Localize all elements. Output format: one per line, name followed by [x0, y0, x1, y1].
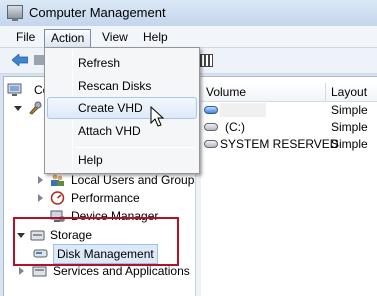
users-icon [51, 174, 64, 186]
menu-item-help[interactable]: Help [47, 149, 197, 171]
column-header-layout[interactable]: Layout [326, 83, 377, 102]
menu-separator [75, 147, 195, 148]
collapse-arrow-icon[interactable] [14, 106, 22, 111]
table-row[interactable]: Simple [201, 102, 377, 118]
disk-icon [204, 140, 218, 148]
computer-icon [7, 83, 22, 96]
column-header-volume[interactable]: Volume [201, 83, 326, 102]
layout-cell: Simple [331, 103, 368, 117]
expand-arrow-icon[interactable] [19, 267, 24, 275]
annotation-highlight-box [13, 217, 179, 266]
back-arrow-icon[interactable] [12, 54, 28, 66]
expand-arrow-icon[interactable] [38, 176, 43, 184]
menu-file[interactable]: File [10, 29, 41, 47]
menu-item-create-vhd[interactable]: Create VHD [47, 97, 197, 119]
volume-cell: (C:) [225, 120, 245, 134]
performance-icon [50, 191, 65, 205]
forward-arrow-icon[interactable] [34, 55, 44, 65]
window-title: Computer Management [29, 5, 166, 20]
expand-arrow-icon[interactable] [38, 194, 43, 202]
tree-item-label: Performance [71, 191, 140, 205]
layout-cell: Simple [331, 120, 368, 134]
table-row[interactable]: (C:) Simple [201, 119, 377, 135]
layout-cell: Simple [331, 137, 368, 151]
computer-management-icon [7, 5, 23, 21]
menu-item-rescan-disks[interactable]: Rescan Disks [47, 75, 197, 97]
services-icon [32, 266, 47, 277]
volume-list: Volume Layout Simple (C:) Simple SYSTEM … [201, 76, 377, 296]
blue-disk-icon [204, 106, 218, 114]
menu-item-attach-vhd[interactable]: Attach VHD [47, 120, 197, 142]
action-menu: Refresh Rescan Disks Create VHD Attach V… [44, 47, 200, 174]
tools-icon [29, 101, 42, 115]
menu-bar: File Action View Help [0, 26, 377, 48]
menu-item-refresh[interactable]: Refresh [47, 52, 197, 74]
menu-view[interactable]: View [96, 29, 134, 47]
mouse-cursor-icon [150, 106, 165, 127]
disk-icon [204, 123, 218, 131]
volume-name-redacted [220, 103, 266, 117]
menu-help[interactable]: Help [137, 29, 174, 47]
properties-icon[interactable] [199, 54, 213, 67]
title-bar: Computer Management [0, 0, 377, 26]
menu-action[interactable]: Action [44, 29, 92, 47]
volume-cell: SYSTEM RESERVED [220, 137, 339, 151]
table-row[interactable]: SYSTEM RESERVED Simple [201, 136, 377, 152]
